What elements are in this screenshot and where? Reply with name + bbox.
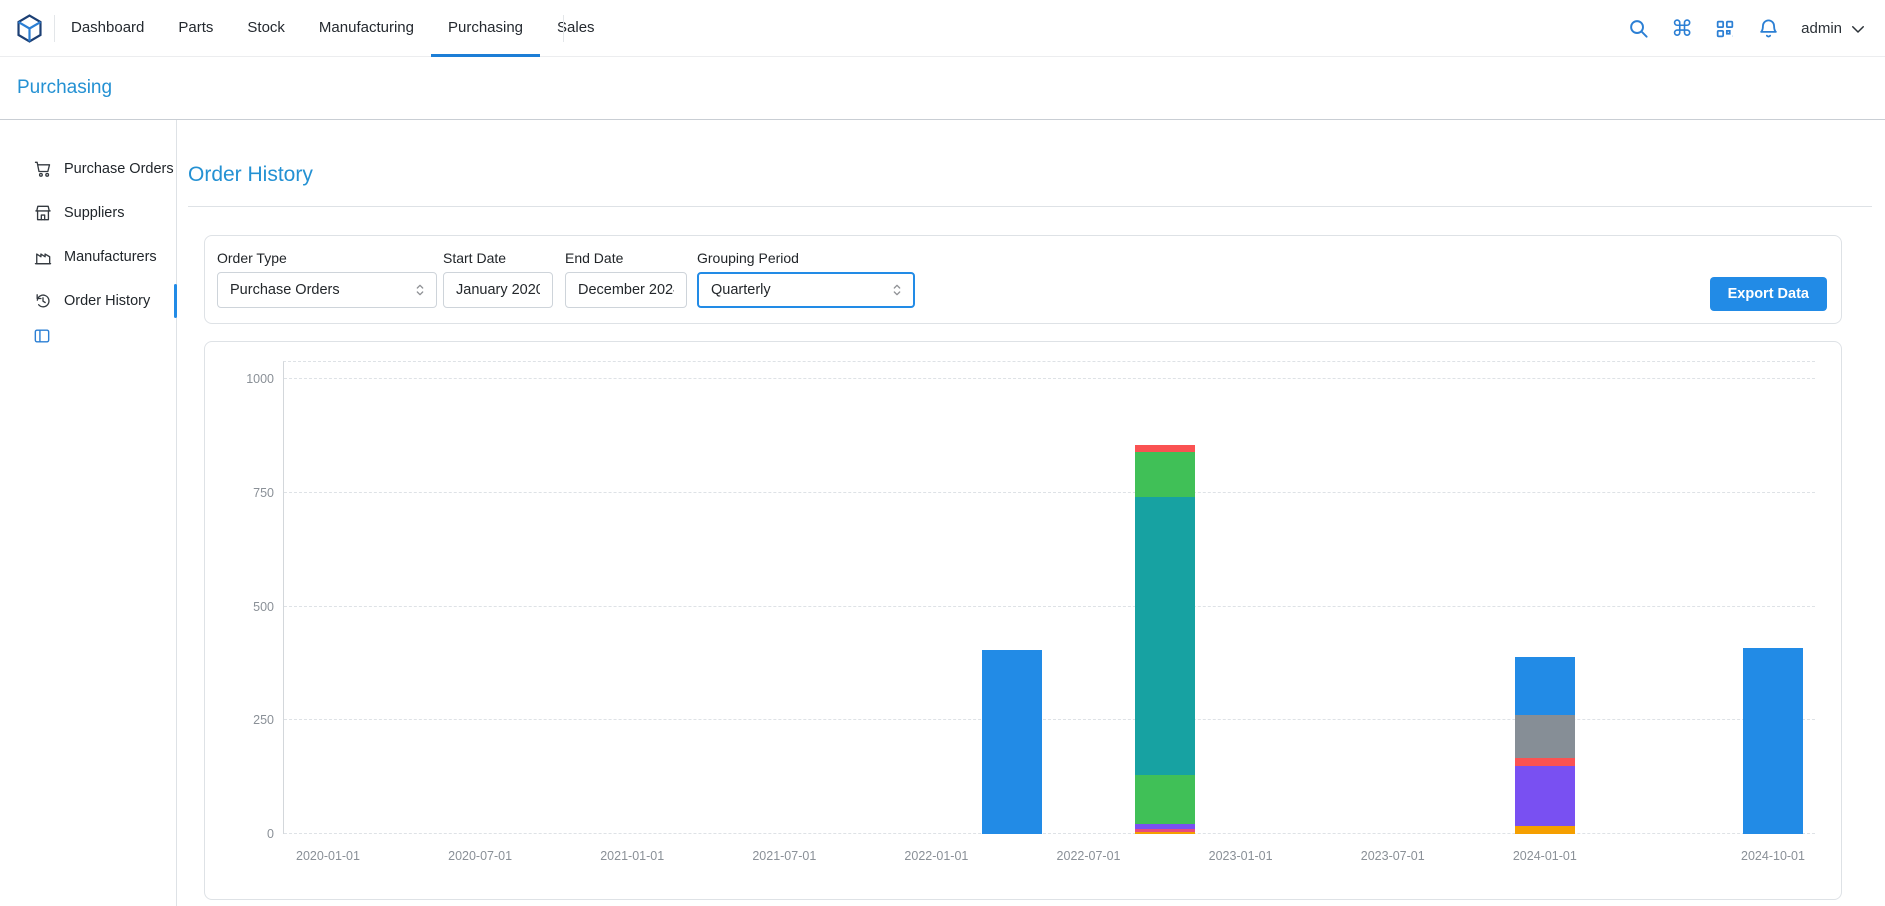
y-axis-label: 0: [222, 827, 274, 841]
order-type-label: Order Type: [217, 250, 437, 266]
user-menu[interactable]: admin: [1801, 20, 1867, 38]
y-axis-label: 750: [222, 486, 274, 500]
shopping-cart-icon: [33, 159, 53, 179]
breadcrumb[interactable]: Purchasing: [0, 57, 1885, 99]
chart-bar-segment[interactable]: [1135, 832, 1195, 834]
chart-bar-segment[interactable]: [1515, 826, 1575, 834]
gridline: [284, 378, 1815, 379]
purchasing-sidebar: Purchase Orders Suppliers Manufacturers: [0, 120, 177, 906]
select-chevrons-icon: [412, 282, 428, 298]
title-divider: [188, 206, 1872, 207]
chart-bar-segment[interactable]: [1515, 766, 1575, 826]
chart-bar-segment[interactable]: [1135, 452, 1195, 497]
sidebar-item-purchase-orders[interactable]: Purchase Orders: [0, 147, 176, 191]
chart-bar[interactable]: [1515, 657, 1575, 834]
chart-bar[interactable]: [1743, 648, 1803, 834]
chevron-down-icon: [1849, 20, 1867, 38]
gridline: [284, 606, 1815, 607]
tab-parts[interactable]: Parts: [161, 0, 230, 57]
y-axis-label: 500: [222, 600, 274, 614]
grouping-period-select[interactable]: Quarterly: [697, 272, 915, 308]
chart-bar[interactable]: [982, 650, 1042, 834]
sidebar-item-label: Suppliers: [64, 205, 124, 221]
grouping-period-field: Grouping Period Quarterly: [697, 250, 915, 308]
end-date-input[interactable]: [565, 272, 687, 308]
chart-bar-segment[interactable]: [1135, 497, 1195, 775]
tab-manufacturing[interactable]: Manufacturing: [302, 0, 431, 57]
chart-bar-segment[interactable]: [1515, 657, 1575, 715]
username: admin: [1801, 20, 1842, 37]
navbar-actions: ⌘ admin: [1627, 0, 1867, 57]
x-axis-label: 2022-01-01: [904, 849, 968, 863]
notifications-bell-icon[interactable]: [1757, 17, 1780, 40]
y-axis-label: 1000: [222, 372, 274, 386]
x-axis-label: 2021-01-01: [600, 849, 664, 863]
end-date-field: End Date: [565, 250, 687, 308]
x-axis-label: 2023-01-01: [1209, 849, 1273, 863]
start-date-label: Start Date: [443, 250, 553, 266]
order-type-value: Purchase Orders: [230, 282, 340, 298]
chart-bar-segment[interactable]: [1515, 758, 1575, 766]
x-axis-label: 2023-07-01: [1361, 849, 1425, 863]
x-axis-label: 2024-01-01: [1513, 849, 1577, 863]
nav-separator: [563, 15, 564, 42]
chart-bar-segment[interactable]: [1515, 715, 1575, 758]
qr-scan-icon[interactable]: [1714, 18, 1736, 40]
chart-plot: 025050075010002020-01-012020-07-012021-0…: [283, 361, 1815, 834]
sidebar-item-label: Order History: [64, 293, 150, 309]
order-type-field: Order Type Purchase Orders: [217, 250, 437, 308]
search-icon[interactable]: [1627, 17, 1650, 40]
chart-bar-segment[interactable]: [1135, 445, 1195, 452]
factory-icon: [33, 247, 53, 267]
chart-bar[interactable]: [1135, 445, 1195, 834]
start-date-input[interactable]: [443, 272, 553, 308]
x-axis-label: 2024-10-01: [1741, 849, 1805, 863]
grouping-period-value: Quarterly: [711, 282, 771, 298]
sidebar-item-manufacturers[interactable]: Manufacturers: [0, 235, 176, 279]
grouping-period-label: Grouping Period: [697, 250, 915, 266]
tab-sales[interactable]: Sales: [540, 0, 612, 57]
sidebar-item-order-history[interactable]: Order History: [0, 279, 176, 323]
chart-bar-segment[interactable]: [1135, 775, 1195, 824]
app-logo[interactable]: [14, 13, 45, 44]
tab-stock[interactable]: Stock: [230, 0, 302, 57]
start-date-field: Start Date: [443, 250, 553, 308]
x-axis-label: 2021-07-01: [752, 849, 816, 863]
sidebar-item-label: Manufacturers: [64, 249, 157, 265]
select-chevrons-icon: [889, 282, 905, 298]
y-axis-label: 250: [222, 713, 274, 727]
x-axis-label: 2022-07-01: [1057, 849, 1121, 863]
gridline: [284, 833, 1815, 834]
chart-card: 0 250 500 750 1000 2020-01-01 2020-07-01 2021-0…: [204, 341, 1842, 900]
order-type-select[interactable]: Purchase Orders: [217, 272, 437, 308]
command-palette-icon[interactable]: ⌘: [1671, 18, 1693, 40]
sidebar-item-suppliers[interactable]: Suppliers: [0, 191, 176, 235]
collapse-sidebar-icon[interactable]: [32, 326, 52, 346]
x-axis-label: 2020-07-01: [448, 849, 512, 863]
page-title: Order History: [188, 163, 313, 187]
page-header: Purchasing: [0, 57, 1885, 120]
storefront-icon: [33, 203, 53, 223]
end-date-label: End Date: [565, 250, 687, 266]
main-nav-tabs: Dashboard Parts Stock Manufacturing Purc…: [54, 0, 612, 57]
filter-panel: Order Type Purchase Orders Start Date En…: [204, 235, 1842, 324]
tab-purchasing[interactable]: Purchasing: [431, 0, 540, 57]
sidebar-item-label: Purchase Orders: [64, 161, 174, 177]
tab-dashboard[interactable]: Dashboard: [54, 0, 161, 57]
box-logo-icon: [14, 13, 45, 44]
chart-bar-segment[interactable]: [1743, 648, 1803, 834]
gridline: [284, 492, 1815, 493]
gridline: [284, 719, 1815, 720]
history-icon: [33, 291, 53, 311]
export-data-button[interactable]: Export Data: [1710, 277, 1827, 311]
x-axis-label: 2020-01-01: [296, 849, 360, 863]
chart-bar-segment[interactable]: [982, 650, 1042, 834]
top-navbar: Dashboard Parts Stock Manufacturing Purc…: [0, 0, 1885, 57]
